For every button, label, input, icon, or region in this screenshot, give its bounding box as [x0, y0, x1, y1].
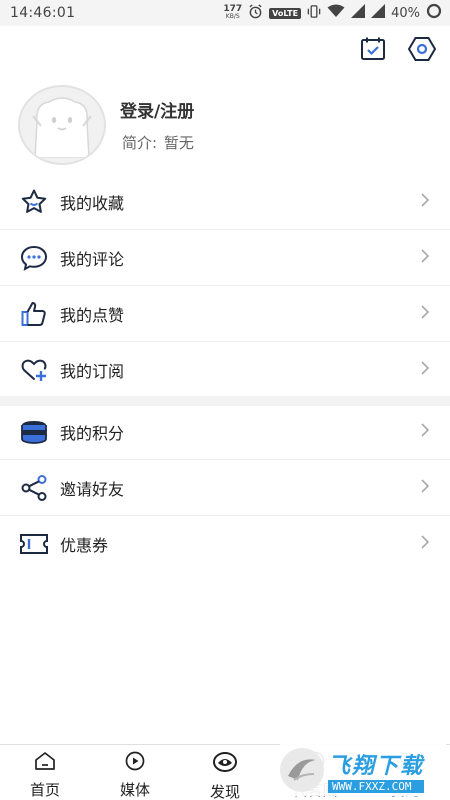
- menu-item-label: 我的点赞: [60, 305, 125, 325]
- nav-label: 发现: [209, 783, 240, 800]
- watermark: 飞翔下载 WWW.FXXZ.COM: [280, 744, 446, 796]
- menu-item-label: 我的订阅: [60, 362, 125, 381]
- profile-text: 登录/注册 简介: 暂无: [120, 97, 194, 153]
- vibrate-icon: [307, 4, 321, 23]
- network-speed: 177 KB/S: [223, 5, 242, 21]
- bio-value: 暂无: [163, 134, 194, 152]
- nav-tab-discover[interactable]: 发现: [180, 745, 270, 800]
- watermark-text: 飞翔下载 WWW.FXXZ.COM: [328, 748, 425, 793]
- wifi-icon: [327, 4, 345, 22]
- menu-item-likes[interactable]: 我的点赞: [0, 286, 450, 342]
- status-icons: 177 KB/S VoLTE 40%: [223, 3, 442, 23]
- menu-item-label: 我的积分: [60, 423, 125, 443]
- watermark-title: 飞翔下载: [328, 753, 425, 779]
- menu-item-label: 我的评论: [60, 249, 125, 269]
- chevron-right-icon: [420, 478, 430, 498]
- watermark-logo-icon: [280, 748, 324, 792]
- menu-item-points[interactable]: 我的积分: [0, 404, 450, 460]
- status-bar: 14:46:01 177 KB/S VoLTE 40%: [0, 0, 450, 26]
- header-actions: [360, 36, 436, 62]
- watermark-url: WWW.FXXZ.COM: [328, 779, 425, 793]
- chevron-right-icon: [420, 422, 430, 442]
- signal-icon-2: [371, 4, 386, 22]
- signal-icon-1: [351, 4, 366, 22]
- menu-item-subscriptions[interactable]: 我的订阅: [0, 342, 450, 398]
- menu-item-label: 邀请好友: [60, 479, 125, 499]
- settings-hex-icon[interactable]: [408, 36, 436, 62]
- discover-icon: [212, 751, 238, 777]
- battery-percent: 40%: [391, 5, 420, 21]
- chevron-right-icon: [420, 360, 430, 380]
- login-register-link[interactable]: 登录/注册: [120, 97, 194, 122]
- chevron-right-icon: [420, 248, 430, 268]
- nav-label: 媒体: [119, 781, 150, 799]
- profile-header[interactable]: 登录/注册 简介: 暂无: [18, 84, 438, 166]
- network-speed-value: 177: [223, 4, 243, 14]
- nav-tab-media[interactable]: 媒体: [90, 745, 180, 800]
- menu-item-label: 我的收藏: [60, 193, 125, 213]
- menu-item-invite-friends[interactable]: 邀请好友: [0, 460, 450, 516]
- home-icon: [34, 751, 56, 775]
- star-icon: [18, 186, 50, 218]
- thumbs-up-icon: [18, 298, 50, 330]
- coins-icon: [18, 416, 50, 448]
- heart-plus-icon: [18, 354, 50, 386]
- nav-label: 首页: [29, 781, 60, 799]
- menu-item-label: 优惠券: [60, 536, 109, 555]
- menu-item-comments[interactable]: 我的评论: [0, 230, 450, 286]
- chevron-right-icon: [420, 304, 430, 324]
- share-icon: [18, 472, 50, 504]
- bio: 简介: 暂无: [120, 132, 194, 153]
- play-icon: [124, 751, 146, 775]
- comment-icon: [18, 242, 50, 274]
- calendar-check-icon[interactable]: [360, 36, 386, 62]
- status-time: 14:46:01: [10, 5, 76, 21]
- nav-tab-home[interactable]: 首页: [0, 745, 90, 800]
- volte-badge: VoLTE: [269, 7, 302, 19]
- avatar[interactable]: [18, 85, 106, 165]
- chevron-right-icon: [420, 192, 430, 212]
- bio-label: 简介:: [122, 134, 158, 152]
- menu-group-account: 我的积分 邀请好友 优惠券: [0, 404, 450, 572]
- alarm-icon: [248, 3, 263, 23]
- ticket-icon: [18, 528, 50, 560]
- menu-group-activity: 我的收藏 我的评论 我的点赞 我的订阅: [0, 174, 450, 398]
- menu-item-favorites[interactable]: 我的收藏: [0, 174, 450, 230]
- menu-item-coupons[interactable]: 优惠券: [0, 516, 450, 572]
- chevron-right-icon: [420, 534, 430, 554]
- battery-icon: [426, 3, 442, 23]
- network-speed-unit: KB/S: [225, 13, 240, 20]
